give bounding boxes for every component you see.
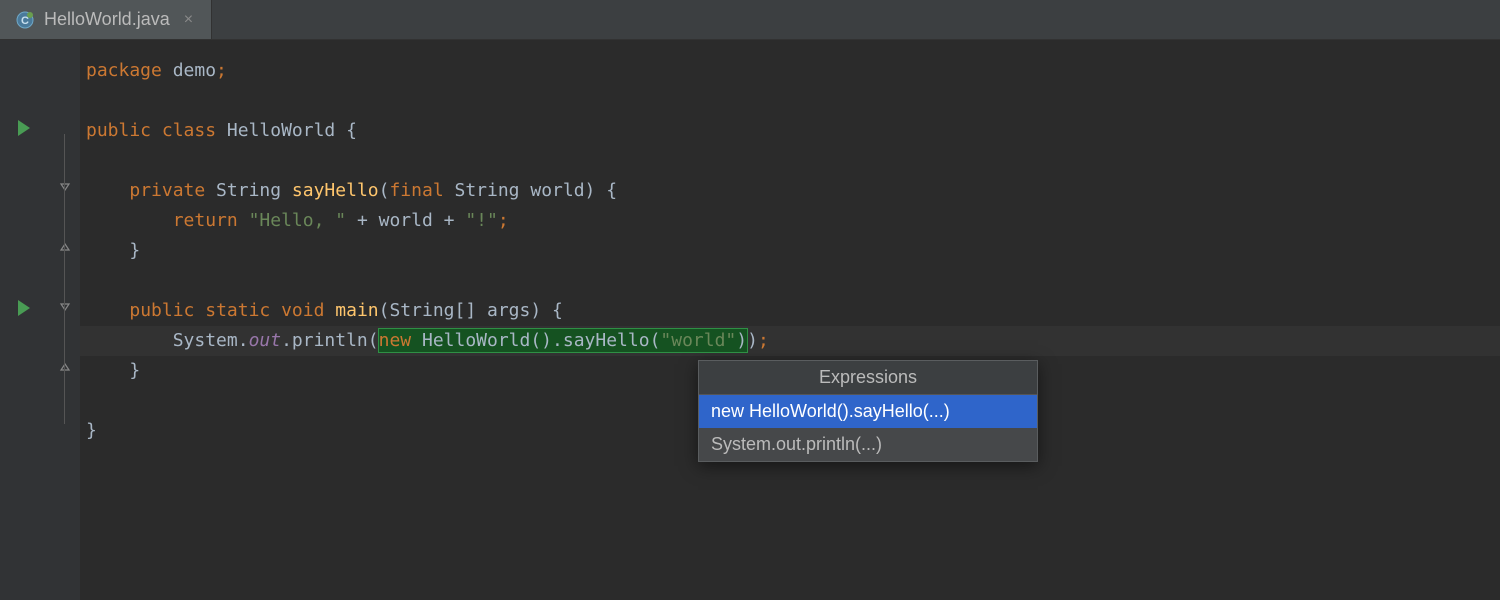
tab-bar: C HelloWorld.java × — [0, 0, 1500, 40]
code-line: public static void main(String[] args) { — [80, 296, 1500, 326]
fold-up-icon[interactable] — [58, 240, 72, 254]
java-class-icon: C — [16, 11, 34, 29]
code-line: private String sayHello(final String wor… — [80, 176, 1500, 206]
code-line — [80, 266, 1500, 296]
fold-line — [64, 134, 65, 424]
code-line — [80, 146, 1500, 176]
code-line — [80, 86, 1500, 116]
code-line: System.out.println(new HelloWorld().sayH… — [80, 326, 1500, 356]
expressions-popup: Expressions new HelloWorld().sayHello(..… — [698, 360, 1038, 462]
editor: package demo; public class HelloWorld { … — [0, 40, 1500, 600]
code-line: return "Hello, " + world + "!"; — [80, 206, 1500, 236]
fold-down-icon[interactable] — [58, 180, 72, 194]
gutter — [0, 40, 80, 600]
code-line: package demo; — [80, 56, 1500, 86]
run-gutter-icon[interactable] — [18, 120, 30, 136]
file-tab[interactable]: C HelloWorld.java × — [0, 0, 212, 39]
popup-title: Expressions — [699, 361, 1037, 395]
selected-expression: new HelloWorld().sayHello("world") — [379, 329, 747, 352]
popup-item[interactable]: new HelloWorld().sayHello(...) — [699, 395, 1037, 428]
popup-item[interactable]: System.out.println(...) — [699, 428, 1037, 461]
tab-filename: HelloWorld.java — [44, 9, 170, 30]
run-gutter-icon[interactable] — [18, 300, 30, 316]
code-area[interactable]: package demo; public class HelloWorld { … — [80, 40, 1500, 600]
fold-down-icon[interactable] — [58, 300, 72, 314]
close-icon[interactable]: × — [180, 11, 197, 29]
code-line: public class HelloWorld { — [80, 116, 1500, 146]
fold-up-icon[interactable] — [58, 360, 72, 374]
code-line: } — [80, 236, 1500, 266]
